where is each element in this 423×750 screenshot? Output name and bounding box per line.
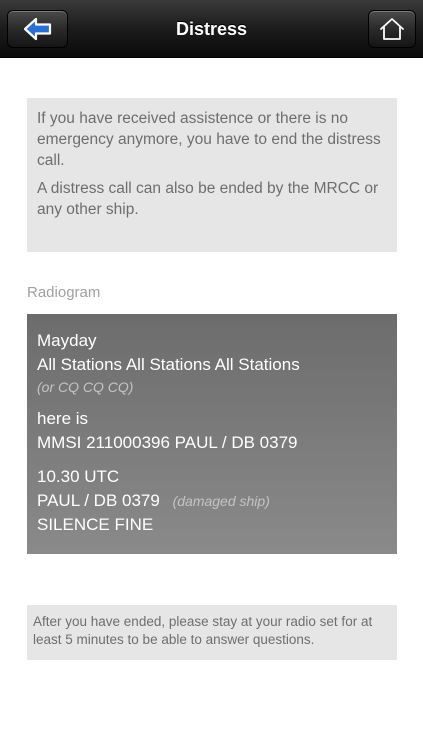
footer-note: After you have ended, please stay at you… xyxy=(27,605,397,660)
radiogram-mmsi: MMSI 211000396 PAUL / DB 0379 xyxy=(37,433,298,452)
info-paragraph: A distress call can also be ended by the… xyxy=(37,180,379,218)
radiogram-all-stations: All Stations All Stations All Stations xyxy=(37,355,300,374)
back-button[interactable] xyxy=(7,10,68,48)
end-distress-info: If you have received assistence or there… xyxy=(27,98,397,252)
page-title: Distress xyxy=(175,19,248,39)
home-button[interactable] xyxy=(368,10,416,48)
radiogram-ship-note: (damaged ship) xyxy=(172,493,270,509)
radiogram-mayday: Mayday xyxy=(37,331,97,350)
info-paragraph: If you have received assistence or there… xyxy=(37,110,381,169)
radiogram-here-is: here is xyxy=(37,409,89,428)
radiogram-time: 10.30 UTC xyxy=(37,467,120,486)
radiogram-cq-hint: (or CQ CQ CQ) xyxy=(37,379,134,395)
home-icon xyxy=(380,18,404,40)
navigation-bar: Distress xyxy=(0,0,423,58)
back-arrow-icon xyxy=(23,17,51,41)
radiogram-ship: PAUL / DB 0379 xyxy=(37,491,160,510)
radiogram-ship-line: PAUL / DB 0379 (damaged ship) xyxy=(37,489,387,513)
radiogram-box: Mayday All Stations All Stations All Sta… xyxy=(27,314,397,554)
radiogram-silence: SILENCE FINE xyxy=(37,515,154,534)
radiogram-label: Radiogram xyxy=(27,284,101,301)
